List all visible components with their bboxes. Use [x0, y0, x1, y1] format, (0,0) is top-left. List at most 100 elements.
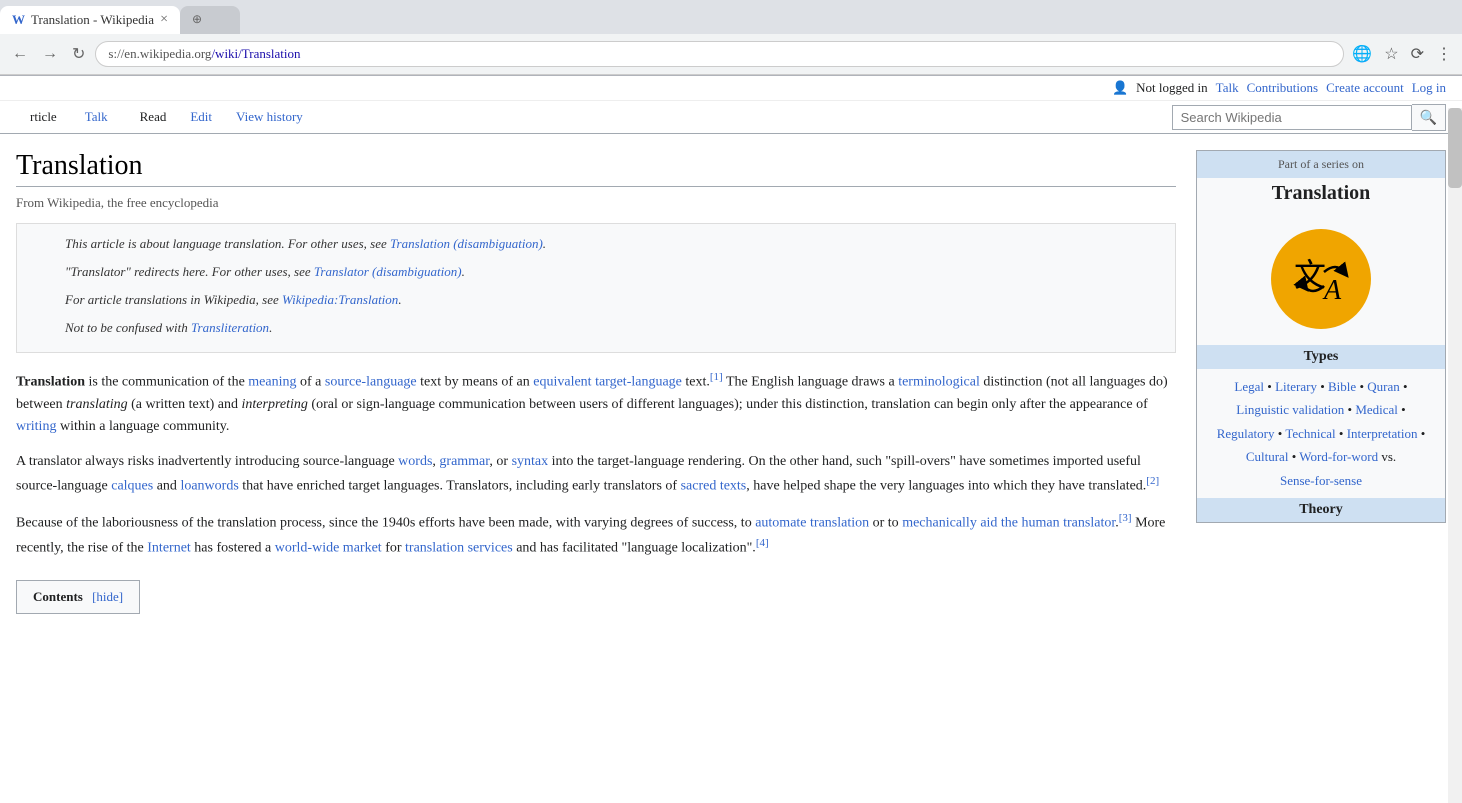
hatnote-link-4[interactable]: Transliteration	[191, 320, 269, 335]
active-tab[interactable]: W Translation - Wikipedia ×	[0, 6, 180, 34]
action-edit[interactable]: Edit	[180, 101, 222, 133]
link-world-wide-market[interactable]: world-wide market	[275, 541, 382, 556]
address-text: s://en.wikipedia.org/wiki/Translation	[108, 46, 300, 62]
link-source-language[interactable]: source-language	[325, 375, 417, 390]
hatnote-1: This article is about language translati…	[33, 232, 1159, 256]
menu-icon[interactable]: ⋮	[1434, 42, 1454, 66]
contents-box: Contents [hide]	[16, 580, 140, 614]
forward-button[interactable]: →	[38, 41, 62, 67]
wiki-content: Translation From Wikipedia, the free enc…	[0, 134, 1462, 614]
infobox-types-header: Types	[1197, 345, 1445, 369]
infobox-series-header: Part of a series on	[1197, 151, 1445, 178]
link-syntax[interactable]: syntax	[512, 454, 549, 469]
paragraph-1: Translation is the communication of the …	[16, 369, 1176, 439]
link-grammar[interactable]: grammar	[439, 454, 489, 469]
link-cultural[interactable]: Cultural	[1246, 449, 1289, 464]
wiki-top-bar: 👤 Not logged in Talk Contributions Creat…	[0, 76, 1462, 101]
link-loanwords[interactable]: loanwords	[180, 479, 238, 494]
wiki-nav-actions: Read Edit View history	[130, 101, 313, 133]
action-read[interactable]: Read	[130, 101, 177, 133]
wiki-nav-tabs: rticle Talk	[16, 101, 122, 133]
link-calques[interactable]: calques	[111, 479, 153, 494]
hatnote-link-1[interactable]: Translation (disambiguation)	[390, 236, 543, 251]
create-account-link[interactable]: Create account	[1326, 80, 1404, 96]
link-internet[interactable]: Internet	[147, 541, 191, 556]
bookmark-icon[interactable]: ☆	[1382, 42, 1400, 66]
contents-title: Contents	[33, 589, 83, 604]
hatnote-link-3[interactable]: Wikipedia:Translation	[282, 292, 398, 307]
hatnote-link-2[interactable]: Translator (disambiguation)	[314, 264, 462, 279]
hatnote-box: This article is about language translati…	[16, 223, 1176, 353]
link-word-for-word[interactable]: Word-for-word	[1299, 449, 1378, 464]
user-icon: 👤	[1112, 80, 1128, 96]
infobox-image: 文	[1197, 213, 1445, 345]
link-legal[interactable]: Legal	[1234, 379, 1264, 394]
link-equivalent[interactable]: equivalent target-language	[533, 375, 682, 390]
link-literary[interactable]: Literary	[1275, 379, 1317, 394]
ref-2[interactable]: [2]	[1146, 475, 1159, 487]
tab-title: Translation - Wikipedia	[31, 12, 154, 28]
link-meaning[interactable]: meaning	[248, 375, 296, 390]
search-button[interactable]: 🔍	[1412, 104, 1446, 131]
infobox-types-links: Legal • Literary • Bible • Quran • Lingu…	[1197, 369, 1445, 498]
link-sacred-texts[interactable]: sacred texts	[681, 479, 747, 494]
inactive-tab[interactable]: ⊕	[180, 6, 240, 34]
wiki-search-form: 🔍	[1172, 101, 1446, 133]
hatnote-3: For article translations in Wikipedia, s…	[33, 288, 1159, 312]
browser-toolbar: ← → ↻ s://en.wikipedia.org/wiki/Translat…	[0, 34, 1462, 75]
link-writing[interactable]: writing	[16, 419, 56, 434]
link-sense-for-sense[interactable]: Sense-for-sense	[1280, 473, 1362, 488]
ref-4[interactable]: [4]	[756, 537, 769, 549]
hatnote-4: Not to be confused with Transliteration.	[33, 316, 1159, 340]
wiki-nav: rticle Talk Read Edit View history 🔍	[0, 101, 1462, 134]
link-automate[interactable]: automate translation	[755, 516, 869, 531]
translate-icon[interactable]: 🌐	[1350, 42, 1374, 66]
tab-talk-label: Talk	[85, 109, 108, 125]
reload-button[interactable]: ↻	[68, 40, 89, 68]
translation-icon: 文	[1271, 229, 1371, 329]
link-bible[interactable]: Bible	[1328, 379, 1356, 394]
log-in-link[interactable]: Log in	[1412, 80, 1446, 96]
link-words[interactable]: words	[398, 454, 432, 469]
link-interpretation[interactable]: Interpretation	[1347, 426, 1418, 441]
talk-link[interactable]: Talk	[1216, 80, 1239, 96]
scrollbar[interactable]	[1448, 108, 1462, 803]
search-input[interactable]	[1172, 105, 1412, 130]
link-mechanically-aid[interactable]: mechanically aid the human translator	[902, 516, 1115, 531]
link-translation-services[interactable]: translation services	[405, 541, 513, 556]
paragraph-2: A translator always risks inadvertently …	[16, 451, 1176, 498]
not-logged-in-text: Not logged in	[1136, 80, 1208, 96]
browser-toolbar-icons: 🌐 ☆ ⟳ ⋮	[1350, 42, 1454, 66]
wiki-main: Translation From Wikipedia, the free enc…	[16, 150, 1176, 614]
wiki-sidebar: Part of a series on Translation 文	[1196, 150, 1446, 614]
scrollbar-thumb[interactable]	[1448, 108, 1462, 188]
link-regulatory[interactable]: Regulatory	[1217, 426, 1275, 441]
browser-tabs: W Translation - Wikipedia × ⊕	[0, 0, 1462, 34]
back-button[interactable]: ←	[8, 41, 32, 67]
tab-favicon: W	[12, 12, 25, 28]
action-view-history[interactable]: View history	[226, 101, 313, 133]
tab-close-button[interactable]: ×	[160, 12, 168, 28]
tab-article-label: rticle	[30, 109, 57, 125]
paragraph-3: Because of the laboriousness of the tran…	[16, 510, 1176, 560]
infobox-title: Translation	[1197, 178, 1445, 213]
wiki-infobox: Part of a series on Translation 文	[1196, 150, 1446, 523]
article-title: Translation	[16, 150, 1176, 187]
translation-svg: 文	[1286, 244, 1356, 314]
link-terminological[interactable]: terminological	[898, 375, 980, 390]
tab-article[interactable]: rticle	[16, 101, 71, 133]
link-technical[interactable]: Technical	[1285, 426, 1335, 441]
link-quran[interactable]: Quran	[1367, 379, 1400, 394]
link-linguistic-validation[interactable]: Linguistic validation	[1236, 402, 1344, 417]
contributions-link[interactable]: Contributions	[1247, 80, 1319, 96]
ref-3[interactable]: [3]	[1119, 512, 1132, 524]
article-subtitle: From Wikipedia, the free encyclopedia	[16, 195, 1176, 211]
link-medical[interactable]: Medical	[1355, 402, 1398, 417]
ref-1[interactable]: [1]	[710, 371, 723, 383]
hatnote-2: "Translator" redirects here. For other u…	[33, 260, 1159, 284]
extensions-icon[interactable]: ⟳	[1409, 42, 1426, 66]
address-bar[interactable]: s://en.wikipedia.org/wiki/Translation	[95, 41, 1344, 67]
contents-hide[interactable]: [hide]	[92, 589, 123, 604]
wiki-page: 👤 Not logged in Talk Contributions Creat…	[0, 76, 1462, 614]
tab-talk[interactable]: Talk	[71, 101, 122, 133]
